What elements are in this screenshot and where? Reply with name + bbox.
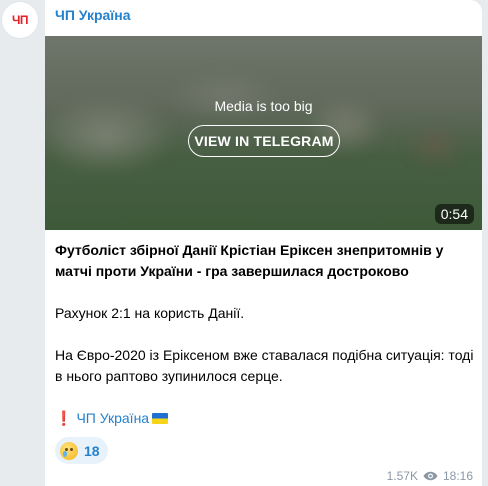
message-bubble: ЧП Україна Media is too big VIEW IN TELE… [45, 0, 482, 486]
video-duration-badge: 0:54 [434, 204, 474, 224]
signature-channel-link[interactable]: ЧП Україна [76, 410, 149, 426]
ukraine-flag-icon [152, 413, 169, 424]
exclamation-icon: ❗ [55, 410, 73, 426]
message-meta: 1.57K 18:16 [387, 469, 473, 483]
channel-avatar[interactable]: ЧП [2, 2, 38, 38]
crying-face-icon [60, 441, 78, 460]
post-text: Футболіст збірної Данії Крістіан Еріксен… [55, 240, 475, 429]
post-headline: Футболіст збірної Данії Крістіан Еріксен… [55, 242, 444, 279]
post-paragraph-score: Рахунок 2:1 на користь Данії. [55, 305, 245, 321]
post-paragraph-context: На Євро-2020 із Еріксеном вже ставалася … [55, 347, 474, 384]
message-time: 18:16 [442, 469, 473, 483]
reaction-count: 18 [84, 442, 100, 459]
view-in-telegram-button[interactable]: VIEW IN TELEGRAM [188, 125, 340, 157]
channel-name-link[interactable]: ЧП Україна [55, 7, 131, 23]
channel-avatar-text: ЧП [11, 13, 29, 27]
post-signature: ❗ ЧП Україна [55, 408, 475, 429]
reaction-button[interactable]: 18 [55, 437, 108, 464]
view-count: 1.57K [386, 469, 418, 483]
video-preview[interactable]: Media is too big VIEW IN TELEGRAM 0:54 [45, 36, 482, 230]
eye-icon [423, 471, 438, 481]
media-too-big-notice: Media is too big [214, 98, 313, 114]
